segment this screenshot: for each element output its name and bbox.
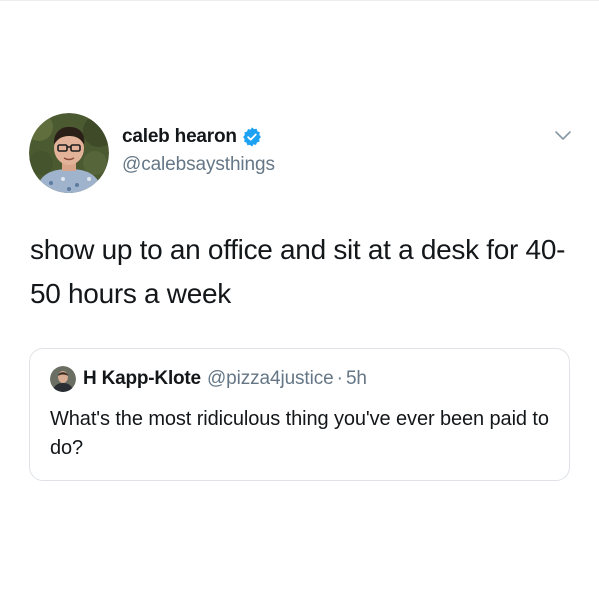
quoted-author-display-name[interactable]: H Kapp-Klote: [83, 368, 201, 390]
quoted-avatar-photo-icon: [50, 366, 76, 392]
chevron-down-icon[interactable]: [553, 128, 573, 144]
avatar-photo-icon: [29, 113, 109, 193]
quoted-tweet-timestamp[interactable]: 5h: [346, 368, 367, 390]
divider: [0, 0, 599, 1]
author-handle[interactable]: @calebsaysthings: [122, 154, 275, 176]
author-display-name[interactable]: caleb hearon: [122, 126, 237, 148]
verified-badge-icon: [242, 127, 262, 147]
quoted-tweet-card[interactable]: H Kapp-Klote @pizza4justice · 5h What's …: [29, 348, 570, 481]
quoted-tweet-header: H Kapp-Klote @pizza4justice · 5h: [50, 366, 367, 392]
quoted-tweet-text: What's the most ridiculous thing you've …: [50, 408, 549, 459]
author-name-row: caleb hearon: [122, 124, 275, 150]
quoted-author-handle[interactable]: @pizza4justice: [207, 368, 334, 390]
quoted-author-avatar: [50, 366, 76, 392]
tweet-screenshot: caleb hearon @calebsaysthings show up to…: [0, 0, 599, 596]
tweet-text: show up to an office and sit at a desk f…: [30, 234, 566, 309]
author-avatar[interactable]: [29, 113, 109, 193]
author-info: caleb hearon @calebsaysthings: [122, 124, 275, 176]
separator-dot: ·: [336, 368, 343, 389]
